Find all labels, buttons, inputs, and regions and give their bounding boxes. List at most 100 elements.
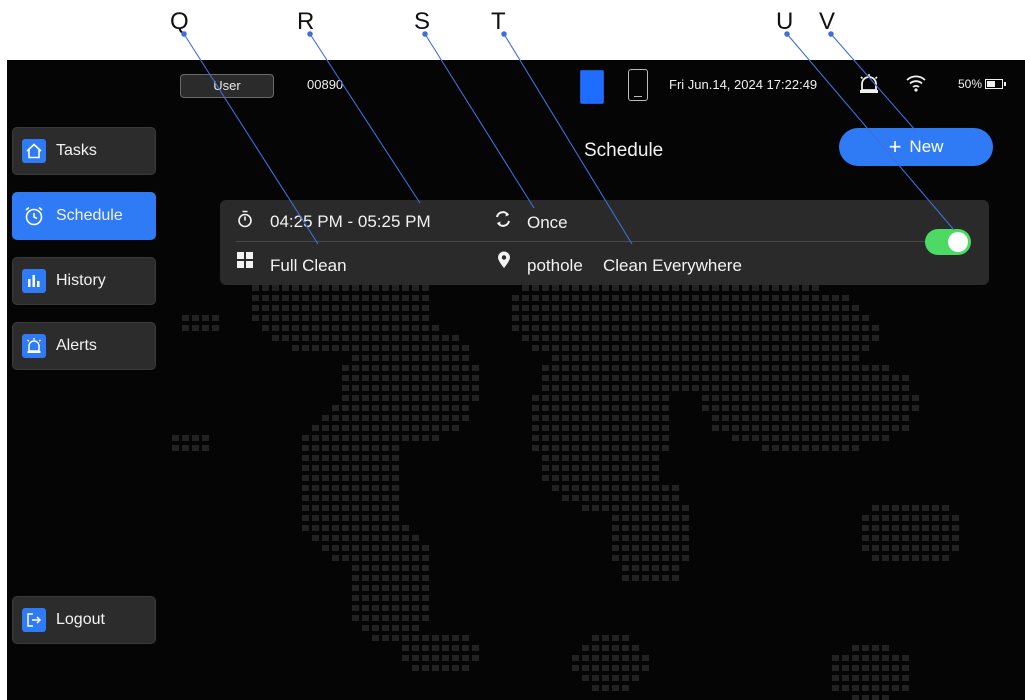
map-dot	[872, 395, 879, 401]
map-dot	[342, 295, 349, 301]
map-dot	[412, 355, 419, 361]
map-dot	[832, 655, 839, 661]
map-dot	[322, 495, 329, 501]
map-dot	[672, 495, 679, 501]
map-dot	[812, 345, 819, 351]
map-dot	[802, 295, 809, 301]
map-dot	[902, 655, 909, 661]
map-dot	[822, 345, 829, 351]
map-dot	[582, 285, 589, 291]
schedule-enable-toggle[interactable]	[925, 229, 971, 255]
map-dot	[372, 435, 379, 441]
map-dot	[542, 455, 549, 461]
map-dot	[352, 365, 359, 371]
map-dot	[712, 365, 719, 371]
map-dot	[812, 335, 819, 341]
sidebar-item-history[interactable]: History	[12, 257, 156, 305]
map-dot	[532, 345, 539, 351]
map-dot	[902, 665, 909, 671]
map-dot	[672, 485, 679, 491]
map-dot	[452, 375, 459, 381]
user-chip[interactable]: User	[180, 74, 274, 98]
schedule-card[interactable]: 04:25 PM - 05:25 PM Once Full Clean poth…	[220, 200, 989, 285]
map-dot	[292, 315, 299, 321]
sidebar-item-alerts[interactable]: Alerts	[12, 322, 156, 370]
map-dot	[252, 305, 259, 311]
sidebar-item-schedule[interactable]: Schedule	[12, 192, 156, 240]
map-dot	[652, 365, 659, 371]
sidebar-item-label: History	[56, 272, 106, 289]
map-dot	[682, 285, 689, 291]
map-dot	[612, 455, 619, 461]
map-dot	[362, 585, 369, 591]
map-dot	[382, 565, 389, 571]
map-dot	[632, 515, 639, 521]
map-dot	[442, 385, 449, 391]
map-dot	[302, 295, 309, 301]
new-schedule-button[interactable]: + New	[839, 128, 993, 166]
map-dot	[392, 535, 399, 541]
map-dot	[372, 515, 379, 521]
map-dot	[932, 535, 939, 541]
map-dot	[412, 425, 419, 431]
map-dot	[352, 615, 359, 621]
map-dot	[902, 525, 909, 531]
map-dot	[852, 655, 859, 661]
schedule-mode: Full Clean	[270, 256, 347, 275]
map-dot	[592, 415, 599, 421]
map-dot	[422, 345, 429, 351]
map-dot	[782, 325, 789, 331]
map-dot	[312, 295, 319, 301]
map-dot	[392, 515, 399, 521]
map-dot	[382, 375, 389, 381]
map-dot	[872, 655, 879, 661]
map-dot	[772, 285, 779, 291]
map-dot	[412, 415, 419, 421]
map-dot	[622, 515, 629, 521]
map-dot	[682, 545, 689, 551]
map-dot	[622, 645, 629, 651]
map-dot	[562, 385, 569, 391]
map-dot	[532, 415, 539, 421]
logout-button[interactable]: Logout	[12, 596, 156, 644]
map-dot	[352, 585, 359, 591]
map-dot	[542, 305, 549, 311]
sidebar-item-tasks[interactable]: Tasks	[12, 127, 156, 175]
map-dot	[422, 605, 429, 611]
map-dot	[642, 445, 649, 451]
map-dot	[772, 295, 779, 301]
map-dot	[952, 545, 959, 551]
map-dot	[722, 375, 729, 381]
map-dot	[802, 315, 809, 321]
map-dot	[602, 405, 609, 411]
map-dot	[772, 325, 779, 331]
map-dot	[382, 635, 389, 641]
map-dot	[362, 405, 369, 411]
map-dot	[772, 385, 779, 391]
map-dot	[882, 385, 889, 391]
map-dot	[382, 575, 389, 581]
map-dot	[382, 435, 389, 441]
map-dot	[522, 335, 529, 341]
map-dot	[342, 445, 349, 451]
map-dot	[642, 515, 649, 521]
map-dot	[872, 535, 879, 541]
map-dot	[562, 295, 569, 301]
map-dot	[582, 395, 589, 401]
map-dot	[782, 365, 789, 371]
map-dot	[672, 505, 679, 511]
map-dot	[422, 585, 429, 591]
map-dot	[432, 645, 439, 651]
map-dot	[432, 405, 439, 411]
map-dot	[652, 315, 659, 321]
map-dot	[882, 655, 889, 661]
map-dot	[632, 325, 639, 331]
map-dot	[382, 305, 389, 311]
map-dot	[342, 335, 349, 341]
map-dot	[332, 345, 339, 351]
map-dot	[602, 425, 609, 431]
map-dot	[402, 425, 409, 431]
map-dot	[562, 335, 569, 341]
map-dot	[932, 515, 939, 521]
map-dot	[652, 305, 659, 311]
